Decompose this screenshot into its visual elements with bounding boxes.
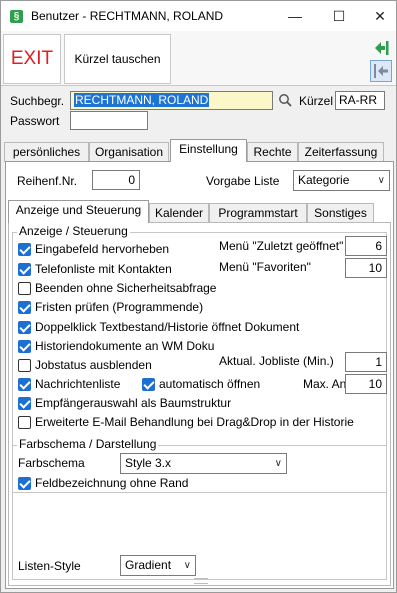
- kuerzel-tauschen-button[interactable]: Kürzel tauschen: [64, 34, 171, 84]
- chevron-down-icon: ∨: [377, 175, 385, 186]
- checkbox-beenden-label: Beenden ohne Sicherheitsabfrage: [35, 281, 217, 295]
- exit-button[interactable]: EXIT: [3, 34, 61, 84]
- listen-style-label: Listen-Style: [18, 559, 81, 573]
- menue-favoriten-input[interactable]: 10: [345, 258, 387, 278]
- einstellung-panel: Reihenf.Nr. 0 Vorgabe Liste Kategorie ∨ …: [5, 161, 394, 589]
- tab-organisation[interactable]: Organisation: [89, 142, 169, 162]
- checkbox-erweiterte-email-label: Erweiterte E-Mail Behandlung bei Drag&Dr…: [35, 415, 354, 429]
- tab-kalender[interactable]: Kalender: [149, 203, 209, 223]
- title-bar: § Benutzer - RECHTMANN, ROLAND — ☐ ✕: [1, 1, 396, 31]
- reihenf-input[interactable]: 0: [92, 170, 140, 190]
- close-button[interactable]: ✕: [367, 5, 393, 27]
- kuerzel-input[interactable]: RA-RR: [335, 91, 385, 110]
- suchbegriff-input[interactable]: RECHTMANN, ROLAND: [70, 91, 273, 110]
- maximize-button[interactable]: ☐: [326, 5, 352, 27]
- vorgabe-liste-label: Vorgabe Liste: [206, 174, 280, 188]
- tab-zeiterfassung[interactable]: Zeiterfassung: [298, 142, 384, 162]
- jobliste-label: Aktual. Jobliste (Min.): [219, 354, 334, 368]
- farbschema-select[interactable]: Style 3.x ∨: [120, 453, 287, 474]
- reihenf-label: Reihenf.Nr.: [17, 174, 78, 188]
- tab-einstellung[interactable]: Einstellung: [170, 139, 247, 162]
- menue-favoriten-label: Menü "Favoriten": [219, 260, 311, 274]
- checkbox-doppelklick[interactable]: [18, 321, 31, 334]
- kuerzel-label: Kürzel: [299, 94, 334, 108]
- checkbox-automatisch-oeffnen-label: automatisch öffnen: [159, 377, 261, 391]
- vorgabe-liste-value: Kategorie: [298, 173, 350, 187]
- toolbar: EXIT Kürzel tauschen: [1, 31, 396, 86]
- arrow-in-icon[interactable]: [370, 36, 392, 58]
- anzeige-panel: Anzeige / Steuerung Eingabefeld hervorhe…: [8, 222, 391, 586]
- checkbox-telefonliste[interactable]: [18, 263, 31, 276]
- checkbox-feldbezeichnung[interactable]: [18, 477, 31, 490]
- user-settings-window: § Benutzer - RECHTMANN, ROLAND — ☐ ✕ EXI…: [0, 0, 397, 593]
- checkbox-beenden[interactable]: [18, 282, 31, 295]
- vorgabe-liste-select[interactable]: Kategorie ∨: [293, 170, 390, 191]
- search-icon[interactable]: [277, 92, 293, 108]
- checkbox-jobstatus[interactable]: [18, 359, 31, 372]
- tab-persoenliches[interactable]: persönliches: [4, 142, 89, 162]
- listen-style-select[interactable]: Gradient ∨: [120, 555, 196, 576]
- tab-sonstiges[interactable]: Sonstiges: [307, 203, 374, 223]
- menue-zuletzt-input[interactable]: 6: [345, 236, 387, 256]
- checkbox-empfaengerauswahl-label: Empfängerauswahl als Baumstruktur: [35, 396, 232, 410]
- checkbox-eingabefeld-label: Eingabefeld hervorheben: [35, 242, 170, 256]
- farbschema-label: Farbschema: [18, 456, 85, 470]
- chevron-down-icon: ∨: [183, 560, 191, 571]
- checkbox-jobstatus-label: Jobstatus ausblenden: [35, 358, 152, 372]
- checkbox-nachrichtenliste-label: Nachrichtenliste: [35, 377, 121, 391]
- chevron-down-icon: ∨: [274, 458, 282, 469]
- suchbegriff-value: RECHTMANN, ROLAND: [74, 93, 210, 107]
- checkbox-automatisch-oeffnen[interactable]: [142, 378, 155, 391]
- tab-programmstart[interactable]: Programmstart: [209, 203, 307, 223]
- app-icon: §: [10, 10, 23, 23]
- checkbox-eingabefeld[interactable]: [18, 243, 31, 256]
- checkbox-fristen-label: Fristen prüfen (Programmende): [35, 300, 204, 314]
- checkbox-historiendokumente[interactable]: [18, 340, 31, 353]
- menue-zuletzt-label: Menü "Zuletzt geöffnet": [219, 239, 344, 253]
- suchbegriff-label: Suchbegr.: [10, 94, 65, 108]
- main-tabs: persönliches Organisation Einstellung Re…: [3, 139, 394, 162]
- farbschema-title: Farbschema / Darstellung: [17, 437, 159, 451]
- jobliste-input[interactable]: 1: [345, 352, 387, 372]
- farbschema-value: Style 3.x: [125, 456, 172, 470]
- passwort-label: Passwort: [10, 114, 60, 128]
- checkbox-nachrichtenliste[interactable]: [18, 378, 31, 391]
- checkbox-doppelklick-label: Doppelklick Textbestand/Historie öffnet …: [35, 320, 300, 334]
- checkbox-feldbezeichnung-label: Feldbezeichnung ohne Rand: [35, 476, 189, 490]
- resize-grip[interactable]: [194, 578, 208, 584]
- checkbox-fristen[interactable]: [18, 301, 31, 314]
- checkbox-empfaengerauswahl[interactable]: [18, 397, 31, 410]
- passwort-input[interactable]: [70, 111, 148, 130]
- listen-style-value: Gradient: [125, 558, 172, 572]
- tab-rechte[interactable]: Rechte: [247, 142, 298, 162]
- anzeige-steuerung-title: Anzeige / Steuerung: [17, 224, 130, 238]
- minimize-button[interactable]: —: [282, 5, 308, 27]
- tab-anzeige-und-steuerung[interactable]: Anzeige und Steuerung: [8, 200, 149, 223]
- checkbox-telefonliste-label: Telefonliste mit Kontakten: [35, 262, 172, 276]
- window-title: Benutzer - RECHTMANN, ROLAND: [31, 9, 224, 23]
- checkbox-erweiterte-email[interactable]: [18, 416, 31, 429]
- arrow-out-icon[interactable]: [370, 60, 392, 82]
- checkbox-historiendokumente-label: Historiendokumente an WM Doku: [35, 339, 215, 353]
- max-anzahl-input[interactable]: 10: [345, 374, 387, 394]
- sub-tabs: Anzeige und Steuerung Kalender Programms…: [8, 200, 392, 223]
